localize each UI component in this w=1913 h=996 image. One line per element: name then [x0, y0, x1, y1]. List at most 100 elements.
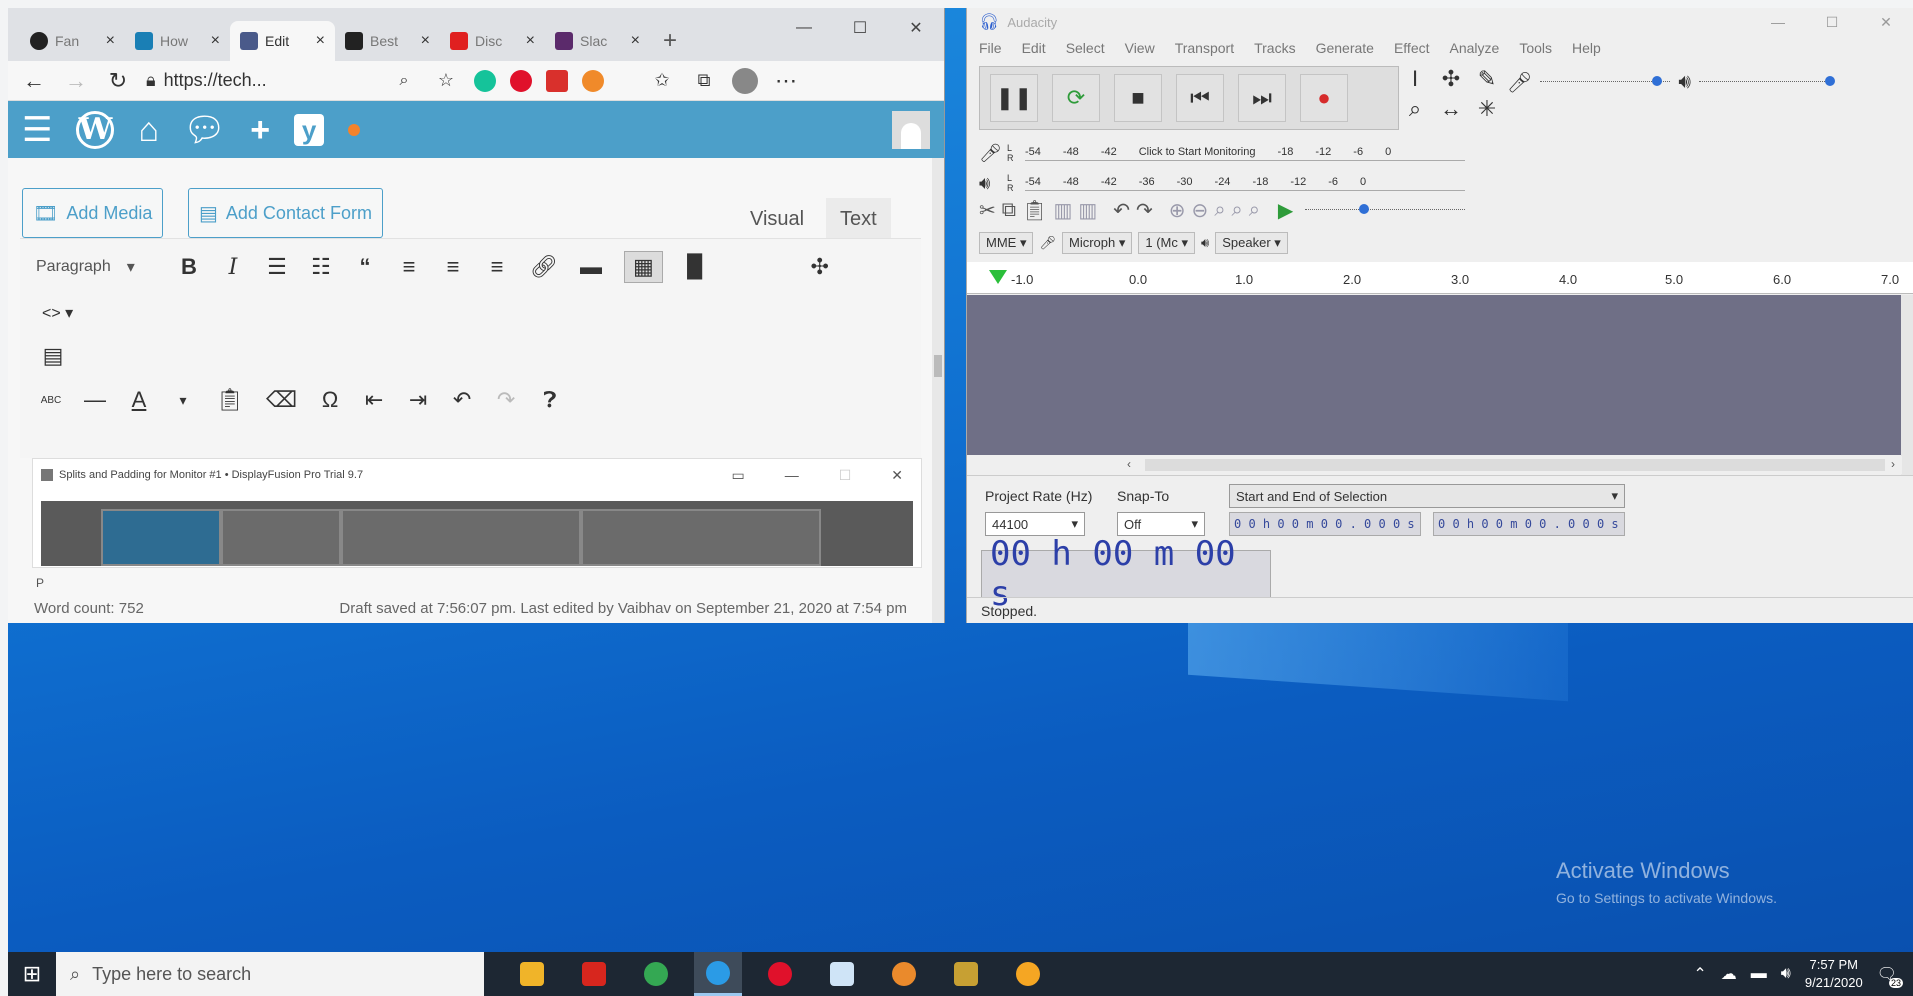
favorite-star-icon[interactable]: ☆: [432, 70, 460, 91]
menu-help[interactable]: Help: [1572, 40, 1601, 56]
favorites-icon[interactable]: ✩: [648, 70, 676, 91]
opera-extension-icon[interactable]: [510, 69, 532, 92]
outdent-icon[interactable]: ⇤: [363, 387, 385, 413]
link-icon[interactable]: 🔗︎: [530, 254, 558, 280]
strikethrough-icon[interactable]: ABC: [40, 395, 62, 406]
snap-to-select[interactable]: Off ▾: [1117, 512, 1205, 536]
tab-close-icon[interactable]: ×: [106, 32, 115, 50]
text-color-dropdown-icon[interactable]: ▾: [172, 392, 194, 409]
notifications-icon[interactable]: 🗨︎ 23: [1877, 964, 1903, 988]
url-field[interactable]: 🔒︎ https://tech...: [146, 70, 376, 91]
hamburger-menu-icon[interactable]: ☰: [22, 113, 52, 147]
code-icon[interactable]: <> ▾: [42, 303, 73, 323]
scroll-right-icon[interactable]: ›: [1891, 457, 1895, 471]
envelope-tool-icon[interactable]: ✣: [1433, 66, 1469, 96]
stop-button[interactable]: ■: [1114, 74, 1162, 122]
align-right-icon[interactable]: ≡: [486, 254, 508, 280]
fit-selection-icon[interactable]: ⌕: [1214, 199, 1225, 222]
browser-tab[interactable]: How ×: [125, 21, 230, 61]
fit-project-icon[interactable]: ⌕: [1232, 199, 1243, 222]
zoom-tool-icon[interactable]: ⌕: [1397, 96, 1433, 126]
scrollbar-thumb[interactable]: [934, 355, 942, 377]
distraction-free-icon[interactable]: ▉: [685, 254, 707, 280]
maximize-button[interactable]: ☐: [832, 8, 888, 48]
menu-transport[interactable]: Transport: [1175, 40, 1234, 56]
notepad-icon[interactable]: [818, 952, 866, 996]
vertical-scrollbar[interactable]: [1901, 295, 1913, 475]
chrome-icon[interactable]: [632, 952, 680, 996]
audio-host-select[interactable]: MME ▾: [979, 232, 1034, 254]
zoom-out-icon[interactable]: ⊖: [1192, 198, 1209, 223]
play-speed-slider[interactable]: [1305, 203, 1466, 214]
play-head-icon[interactable]: [989, 270, 1007, 284]
track-panel[interactable]: [967, 295, 1902, 455]
tab-close-icon[interactable]: ×: [316, 32, 325, 50]
edge-icon[interactable]: [694, 952, 742, 996]
forward-arrow-icon[interactable]: →: [62, 68, 90, 94]
file-explorer-icon[interactable]: [508, 952, 556, 996]
red-extension-icon[interactable]: [546, 69, 568, 92]
recording-device-select[interactable]: Microph ▾: [1062, 232, 1133, 254]
record-button[interactable]: ●: [1300, 74, 1348, 122]
scrollbar-thumb[interactable]: [1145, 459, 1885, 471]
draw-tool-icon[interactable]: ✎: [1469, 66, 1505, 96]
profile-icon[interactable]: [732, 67, 758, 94]
trim-icon[interactable]: ▥: [1053, 198, 1072, 223]
recording-channels-select[interactable]: 1 (Mc ▾: [1138, 232, 1196, 254]
blockquote-icon[interactable]: “: [354, 254, 376, 280]
format-select[interactable]: Paragraph ▾: [36, 257, 156, 277]
chrome-profile-icon[interactable]: [880, 952, 928, 996]
redo-icon[interactable]: ↷: [495, 387, 517, 413]
add-media-button[interactable]: 🎞︎ Add Media: [22, 188, 164, 238]
pause-button[interactable]: ❚❚: [990, 74, 1038, 122]
slider-knob[interactable]: [1359, 203, 1370, 214]
browser-tab[interactable]: Slac ×: [545, 21, 650, 61]
menu-edit[interactable]: Edit: [1022, 40, 1046, 56]
tab-visual[interactable]: Visual: [736, 198, 818, 240]
comments-icon[interactable]: 💬︎: [183, 113, 226, 147]
menu-file[interactable]: File: [979, 40, 1002, 56]
align-left-icon[interactable]: ≡: [398, 254, 420, 280]
horizontal-scrollbar[interactable]: ‹ ›: [967, 456, 1902, 474]
zoom-in-icon[interactable]: ⊕: [1169, 198, 1186, 223]
slider-knob[interactable]: [1652, 75, 1663, 86]
text-color-icon[interactable]: A: [128, 387, 150, 413]
onedrive-icon[interactable]: ☁: [1721, 964, 1737, 984]
clear-formatting-icon[interactable]: ⌫: [266, 387, 297, 413]
maximize-button[interactable]: ☐: [1805, 14, 1859, 31]
yoast-icon[interactable]: y: [294, 113, 325, 146]
help-icon[interactable]: ❓︎: [539, 387, 561, 413]
browser-tab[interactable]: Fan ×: [20, 21, 125, 61]
orange-extension-icon[interactable]: [582, 69, 604, 92]
paste-icon[interactable]: 📋︎: [1022, 198, 1047, 223]
zoom-icon[interactable]: ⌕: [390, 72, 418, 90]
menu-analyze[interactable]: Analyze: [1450, 40, 1500, 56]
taskbar-clock[interactable]: 7:57 PM 9/21/2020: [1805, 956, 1863, 992]
show-hidden-icons-icon[interactable]: ⌃: [1693, 964, 1706, 984]
menu-tracks[interactable]: Tracks: [1254, 40, 1295, 56]
align-center-icon[interactable]: ≡: [442, 254, 464, 280]
taskbar-search-box[interactable]: ⌕ Type here to search: [56, 952, 484, 996]
menu-generate[interactable]: Generate: [1316, 40, 1374, 56]
bullet-list-icon[interactable]: ☰: [266, 254, 288, 280]
copy-icon[interactable]: ⧉: [1002, 199, 1016, 222]
close-button[interactable]: ✕: [888, 8, 944, 48]
multi-tool-icon[interactable]: ✳: [1469, 96, 1505, 126]
time-shift-tool-icon[interactable]: ↔: [1433, 96, 1469, 126]
playback-volume-slider[interactable]: [1699, 75, 1835, 86]
numbered-list-icon[interactable]: ☷: [310, 254, 332, 280]
paste-text-icon[interactable]: 📋︎: [216, 387, 244, 413]
opera-icon[interactable]: [756, 952, 804, 996]
scroll-left-icon[interactable]: ‹: [1127, 457, 1131, 471]
play-at-speed-icon[interactable]: ▶: [1278, 198, 1293, 223]
skip-to-end-button[interactable]: ⏭︎: [1238, 74, 1286, 122]
italic-icon[interactable]: I: [222, 255, 244, 280]
click-to-start-monitoring[interactable]: Click to Start Monitoring: [1139, 146, 1256, 158]
skip-to-start-button[interactable]: ⏮︎: [1176, 74, 1224, 122]
audacity-icon[interactable]: [1004, 952, 1052, 996]
special-character-icon[interactable]: Ω: [319, 387, 341, 413]
bold-icon[interactable]: B: [178, 254, 200, 280]
windows-start-icon[interactable]: ⊞: [8, 952, 56, 996]
new-tab-button[interactable]: +: [650, 21, 690, 61]
loop-play-button[interactable]: ⟳: [1052, 74, 1100, 122]
